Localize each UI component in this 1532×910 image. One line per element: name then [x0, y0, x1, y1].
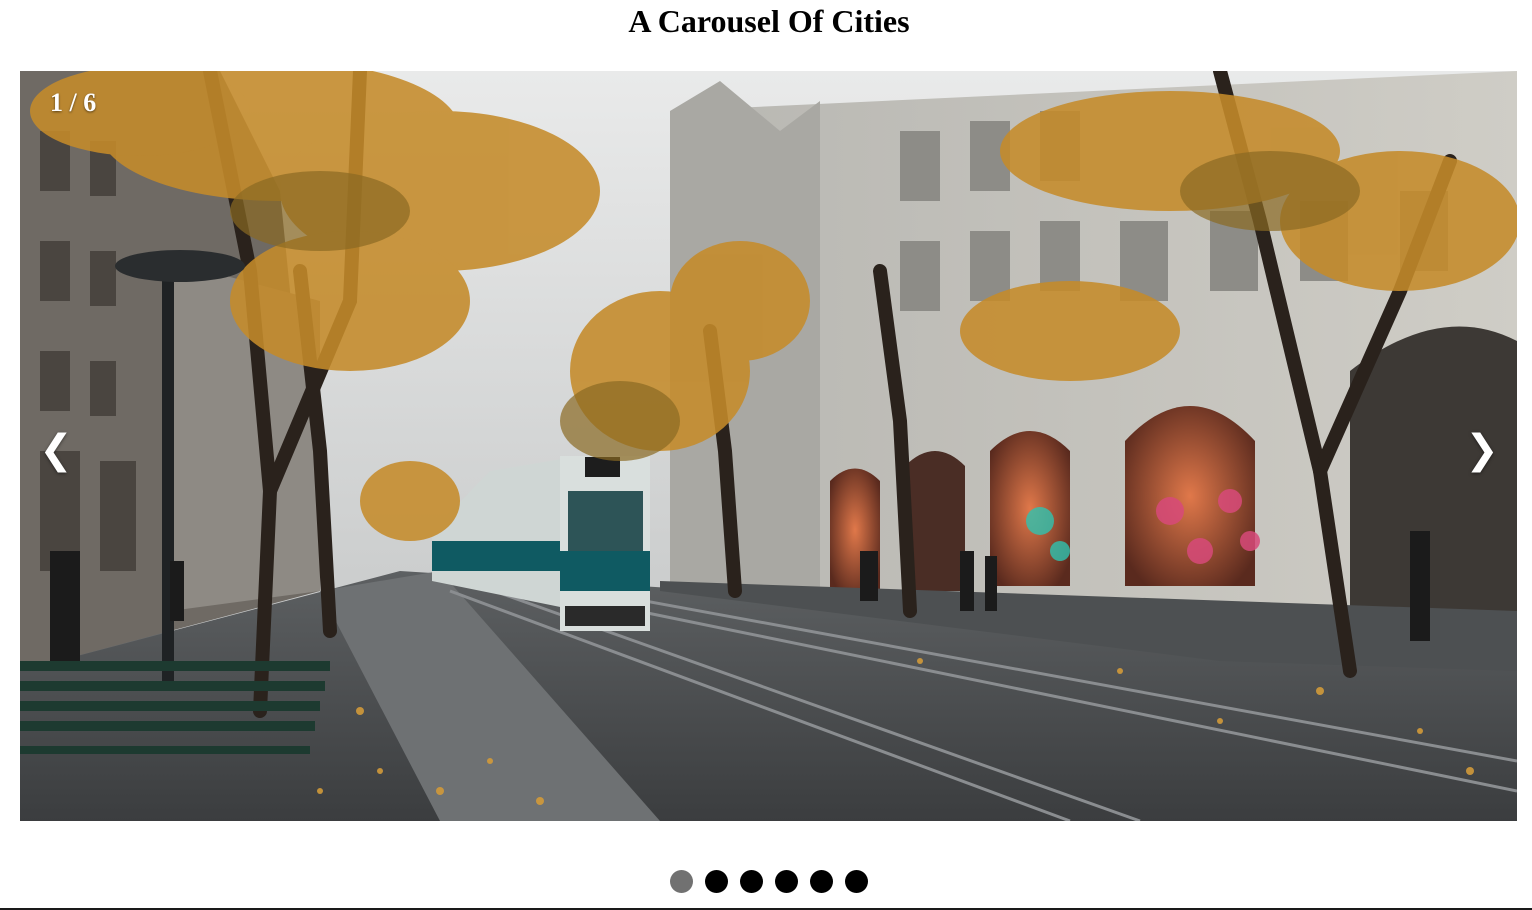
carousel: 1 / 6 ❮ ❯	[20, 71, 1517, 821]
slide-dot-3[interactable]	[740, 870, 763, 893]
next-slide-button[interactable]: ❯	[1460, 422, 1504, 478]
slide-indicator-dots	[670, 870, 868, 894]
slide-dot-1[interactable]	[670, 870, 693, 893]
slide-counter: 1 / 6	[50, 88, 97, 117]
slide-dot-6[interactable]	[845, 870, 868, 893]
slide-dot-4[interactable]	[775, 870, 798, 893]
slide-image	[20, 71, 1517, 821]
previous-slide-button[interactable]: ❮	[34, 422, 78, 478]
slide-dot-2[interactable]	[705, 870, 728, 893]
page-title: A Carousel Of Cities	[628, 3, 910, 39]
slide-dot-5[interactable]	[810, 870, 833, 893]
